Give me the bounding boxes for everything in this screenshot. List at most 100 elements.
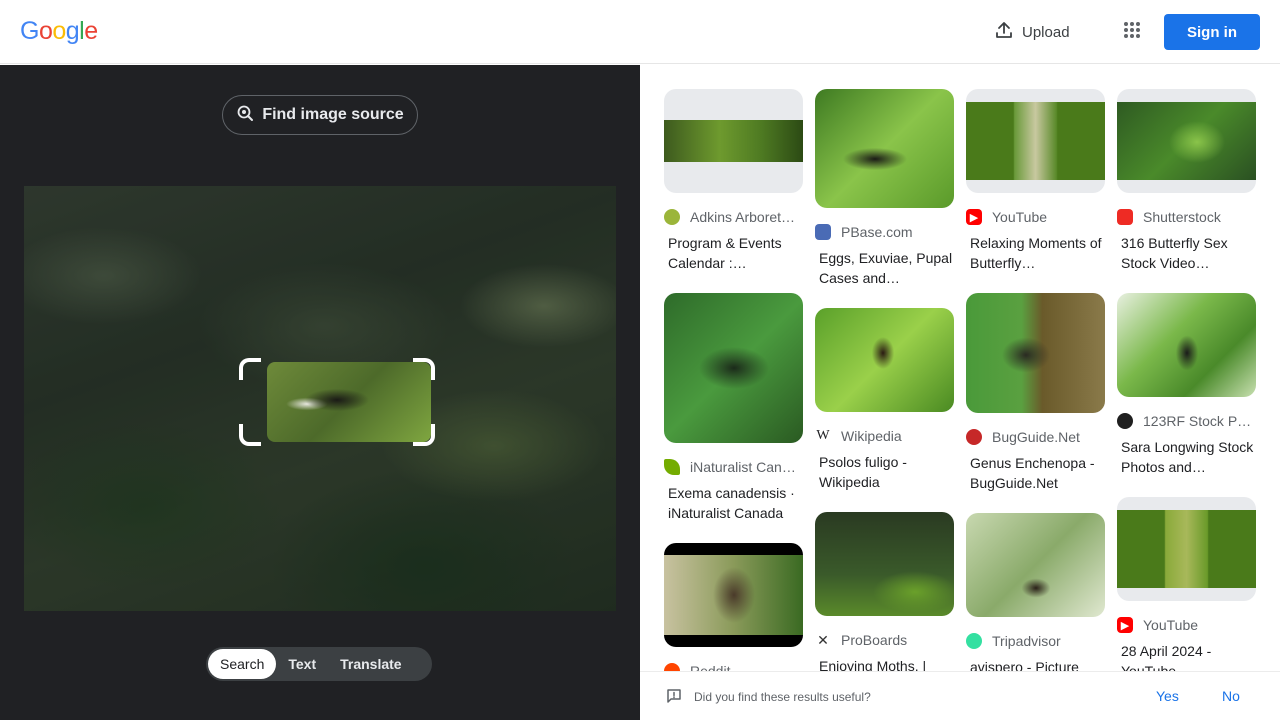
youtube-icon: ▶ <box>966 209 982 225</box>
result-card[interactable]: ▶ YouTube 28 April 2024 - YouTube <box>1117 497 1256 681</box>
123rf-icon <box>1117 413 1133 429</box>
tripadvisor-icon <box>966 633 982 649</box>
source-name: Shutterstock <box>1143 209 1221 225</box>
sign-in-button[interactable]: Sign in <box>1164 14 1260 50</box>
apps-grid-icon <box>1123 21 1141 44</box>
thumbnail-image <box>664 120 803 162</box>
logo-letter: o <box>52 17 66 45</box>
upload-icon <box>994 20 1014 44</box>
feedback-bar: Did you find these results useful? Yes N… <box>640 671 1280 720</box>
source-name: iNaturalist Can… <box>690 459 796 475</box>
result-source: iNaturalist Can… <box>664 457 803 477</box>
result-card[interactable]: Tripadvisor avispero - Picture <box>966 513 1105 697</box>
result-card[interactable]: ▶ YouTube Relaxing Moments of Butterfly… <box>966 89 1105 273</box>
upload-label: Upload <box>1022 23 1070 41</box>
result-thumbnail[interactable] <box>1117 293 1256 397</box>
source-name: YouTube <box>992 209 1048 225</box>
source-name: Adkins Arboret… <box>690 209 796 225</box>
result-thumbnail[interactable] <box>1117 89 1256 193</box>
results-column-1: Adkins Arboret… Program & Events Calenda… <box>664 89 803 701</box>
result-source: ▶ YouTube <box>1117 615 1256 635</box>
result-card[interactable]: Shutterstock 316 Butterfly Sex Stock Vid… <box>1117 89 1256 273</box>
result-card[interactable]: Reddit <box>664 543 803 681</box>
crop-handle-bottom-right[interactable] <box>413 424 435 446</box>
logo-letter: g <box>65 17 80 45</box>
pbase-icon <box>815 224 831 240</box>
crop-handle-bottom-left[interactable] <box>239 424 261 446</box>
source-name: PBase.com <box>841 224 913 240</box>
source-name: Wikipedia <box>841 428 902 444</box>
mode-text-tab[interactable]: Text <box>276 649 328 679</box>
result-title[interactable]: Sara Longwing Stock Photos and… <box>1117 437 1256 477</box>
thumbnail-image <box>664 555 803 635</box>
thumbnail-image <box>1117 102 1256 180</box>
result-thumbnail[interactable] <box>966 513 1105 617</box>
google-logo[interactable]: Google <box>20 17 98 46</box>
thumbnail-image <box>1117 510 1256 588</box>
result-thumbnail[interactable] <box>815 308 954 412</box>
result-source: 123RF Stock P… <box>1117 411 1256 431</box>
result-thumbnail[interactable] <box>664 543 803 647</box>
result-card[interactable]: 123RF Stock P… Sara Longwing Stock Photo… <box>1117 293 1256 477</box>
feedback-no-button[interactable]: No <box>1222 688 1240 704</box>
logo-letter: o <box>38 17 53 45</box>
source-name: Tripadvisor <box>992 633 1061 649</box>
result-title[interactable]: Genus Enchenopa - BugGuide.Net <box>966 453 1105 493</box>
source-name: BugGuide.Net <box>992 429 1080 445</box>
logo-letter: G <box>20 17 39 45</box>
selected-region[interactable] <box>267 362 431 442</box>
result-card[interactable]: W Wikipedia Psolos fuligo - Wikipedia <box>815 308 954 492</box>
crop-handle-top-right[interactable] <box>413 358 435 380</box>
result-card[interactable]: ✕ ProBoards Enjoying Moths. | <box>815 512 954 696</box>
logo-letter: e <box>84 17 98 45</box>
mode-search-tab[interactable]: Search <box>208 649 277 679</box>
result-title[interactable]: Program & Events Calendar :… <box>664 233 803 273</box>
wikipedia-icon: W <box>815 428 831 444</box>
mode-switcher: Search Text Translate <box>206 647 432 681</box>
result-source: BugGuide.Net <box>966 427 1105 447</box>
feedback-icon <box>666 688 682 709</box>
visual-matches-panel: Adkins Arboret… Program & Events Calenda… <box>640 65 1280 720</box>
result-thumbnail[interactable] <box>966 293 1105 413</box>
results-column-4: Shutterstock 316 Butterfly Sex Stock Vid… <box>1117 89 1256 701</box>
results-column-3: ▶ YouTube Relaxing Moments of Butterfly…… <box>966 89 1105 717</box>
source-name: ProBoards <box>841 632 908 648</box>
result-thumbnail[interactable] <box>664 89 803 193</box>
google-apps-button[interactable] <box>1112 12 1152 52</box>
source-name: 123RF Stock P… <box>1143 413 1252 429</box>
feedback-question: Did you find these results useful? <box>694 690 871 704</box>
crop-handle-top-left[interactable] <box>239 358 261 380</box>
mode-translate-tab[interactable]: Translate <box>328 649 413 679</box>
top-bar: Google Upload Sign in <box>0 0 1280 64</box>
find-image-source-button[interactable]: Find image source <box>222 95 418 135</box>
result-thumbnail[interactable] <box>815 512 954 616</box>
result-source: ✕ ProBoards <box>815 630 954 650</box>
result-card[interactable]: Adkins Arboret… Program & Events Calenda… <box>664 89 803 273</box>
result-source: PBase.com <box>815 222 954 242</box>
query-image <box>24 186 616 611</box>
lens-search-icon <box>236 104 254 127</box>
shutterstock-icon <box>1117 209 1133 225</box>
result-source: ▶ YouTube <box>966 207 1105 227</box>
result-thumbnail[interactable] <box>966 89 1105 193</box>
result-card[interactable]: iNaturalist Can… Exema canadensis · iNat… <box>664 293 803 523</box>
result-card[interactable]: PBase.com Eggs, Exuviae, Pupal Cases and… <box>815 89 954 288</box>
source-name: YouTube <box>1143 617 1199 633</box>
upload-button[interactable]: Upload <box>982 12 1082 52</box>
inaturalist-icon <box>664 459 680 475</box>
youtube-icon: ▶ <box>1117 617 1133 633</box>
result-source: Tripadvisor <box>966 631 1105 651</box>
result-thumbnail[interactable] <box>664 293 803 443</box>
result-title[interactable]: Eggs, Exuviae, Pupal Cases and… <box>815 248 954 288</box>
result-title[interactable]: Psolos fuligo - Wikipedia <box>815 452 954 492</box>
result-thumbnail[interactable] <box>815 89 954 208</box>
result-title[interactable]: Exema canadensis · iNaturalist Canada <box>664 483 803 523</box>
result-title[interactable]: 316 Butterfly Sex Stock Video… <box>1117 233 1256 273</box>
feedback-yes-button[interactable]: Yes <box>1156 688 1179 704</box>
bugguide-icon <box>966 429 982 445</box>
result-card[interactable]: BugGuide.Net Genus Enchenopa - BugGuide.… <box>966 293 1105 493</box>
result-source: W Wikipedia <box>815 426 954 446</box>
result-title[interactable]: Relaxing Moments of Butterfly… <box>966 233 1105 273</box>
result-thumbnail[interactable] <box>1117 497 1256 601</box>
thumbnail-image <box>966 102 1105 180</box>
